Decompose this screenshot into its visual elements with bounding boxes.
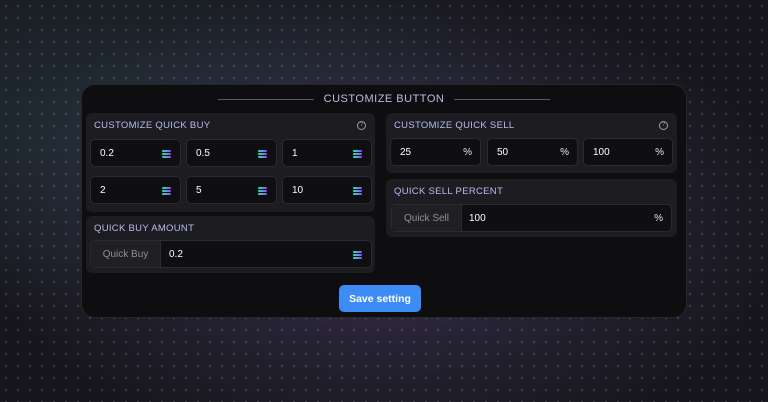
solana-icon xyxy=(162,150,171,158)
quick-buy-card: CUSTOMIZE QUICK BUY ? 0.2 0.5 1 2 5 10 xyxy=(86,113,375,212)
preset-value: 50 xyxy=(497,147,509,158)
quick-buy-preset-4[interactable]: 2 xyxy=(90,176,181,204)
solana-icon xyxy=(353,187,362,195)
help-icon[interactable]: ? xyxy=(659,121,668,130)
quick-buy-amount-title: QUICK BUY AMOUNT xyxy=(94,223,195,234)
quick-sell-percent-title: QUICK SELL PERCENT xyxy=(394,186,504,197)
quick-sell-preset-3[interactable]: 100 % xyxy=(583,138,673,166)
solana-icon xyxy=(353,150,362,158)
quick-buy-preset-5[interactable]: 5 xyxy=(186,176,277,204)
solana-icon xyxy=(353,251,362,259)
quick-buy-amount-card: QUICK BUY AMOUNT Quick Buy 0.2 xyxy=(86,216,375,273)
panel-title: CUSTOMIZE BUTTON xyxy=(323,93,445,105)
quick-sell-prefix: Quick Sell xyxy=(392,205,462,231)
percent-unit: % xyxy=(654,213,663,224)
percent-unit: % xyxy=(560,147,569,158)
quick-sell-percent-card: QUICK SELL PERCENT Quick Sell 100 % xyxy=(386,179,677,237)
quick-sell-card: CUSTOMIZE QUICK SELL ? 25 % 50 % 100 % xyxy=(386,113,677,173)
preset-value: 0.2 xyxy=(100,148,114,159)
quick-sell-preset-2[interactable]: 50 % xyxy=(487,138,578,166)
quick-buy-preset-3[interactable]: 1 xyxy=(282,139,372,167)
quick-buy-amount-input[interactable]: Quick Buy 0.2 xyxy=(90,240,372,268)
panel-header: CUSTOMIZE BUTTON xyxy=(82,89,686,109)
divider xyxy=(454,98,551,100)
divider xyxy=(217,98,314,100)
preset-value: 0.5 xyxy=(196,148,210,159)
save-setting-button[interactable]: Save setting xyxy=(339,285,421,312)
quick-buy-prefix: Quick Buy xyxy=(91,241,161,267)
preset-value: 100 xyxy=(593,147,610,158)
preset-value: 1 xyxy=(292,148,298,159)
quick-buy-preset-6[interactable]: 10 xyxy=(282,176,372,204)
quick-sell-title: CUSTOMIZE QUICK SELL xyxy=(394,120,515,131)
quick-buy-title: CUSTOMIZE QUICK BUY xyxy=(94,120,211,131)
solana-icon xyxy=(258,150,267,158)
quick-sell-percent-input[interactable]: Quick Sell 100 % xyxy=(391,204,672,232)
preset-value: 2 xyxy=(100,185,106,196)
quick-sell-percent-value: 100 xyxy=(469,213,486,224)
help-icon[interactable]: ? xyxy=(357,121,366,130)
solana-icon xyxy=(258,187,267,195)
percent-unit: % xyxy=(655,147,664,158)
percent-unit: % xyxy=(463,147,472,158)
quick-buy-preset-2[interactable]: 0.5 xyxy=(186,139,277,167)
customize-button-panel: CUSTOMIZE BUTTON CUSTOMIZE QUICK BUY ? 0… xyxy=(81,84,687,318)
quick-buy-preset-1[interactable]: 0.2 xyxy=(90,139,181,167)
quick-sell-preset-1[interactable]: 25 % xyxy=(390,138,481,166)
quick-buy-amount-value: 0.2 xyxy=(169,249,183,260)
solana-icon xyxy=(162,187,171,195)
preset-value: 10 xyxy=(292,185,304,196)
preset-value: 25 xyxy=(400,147,412,158)
preset-value: 5 xyxy=(196,185,202,196)
